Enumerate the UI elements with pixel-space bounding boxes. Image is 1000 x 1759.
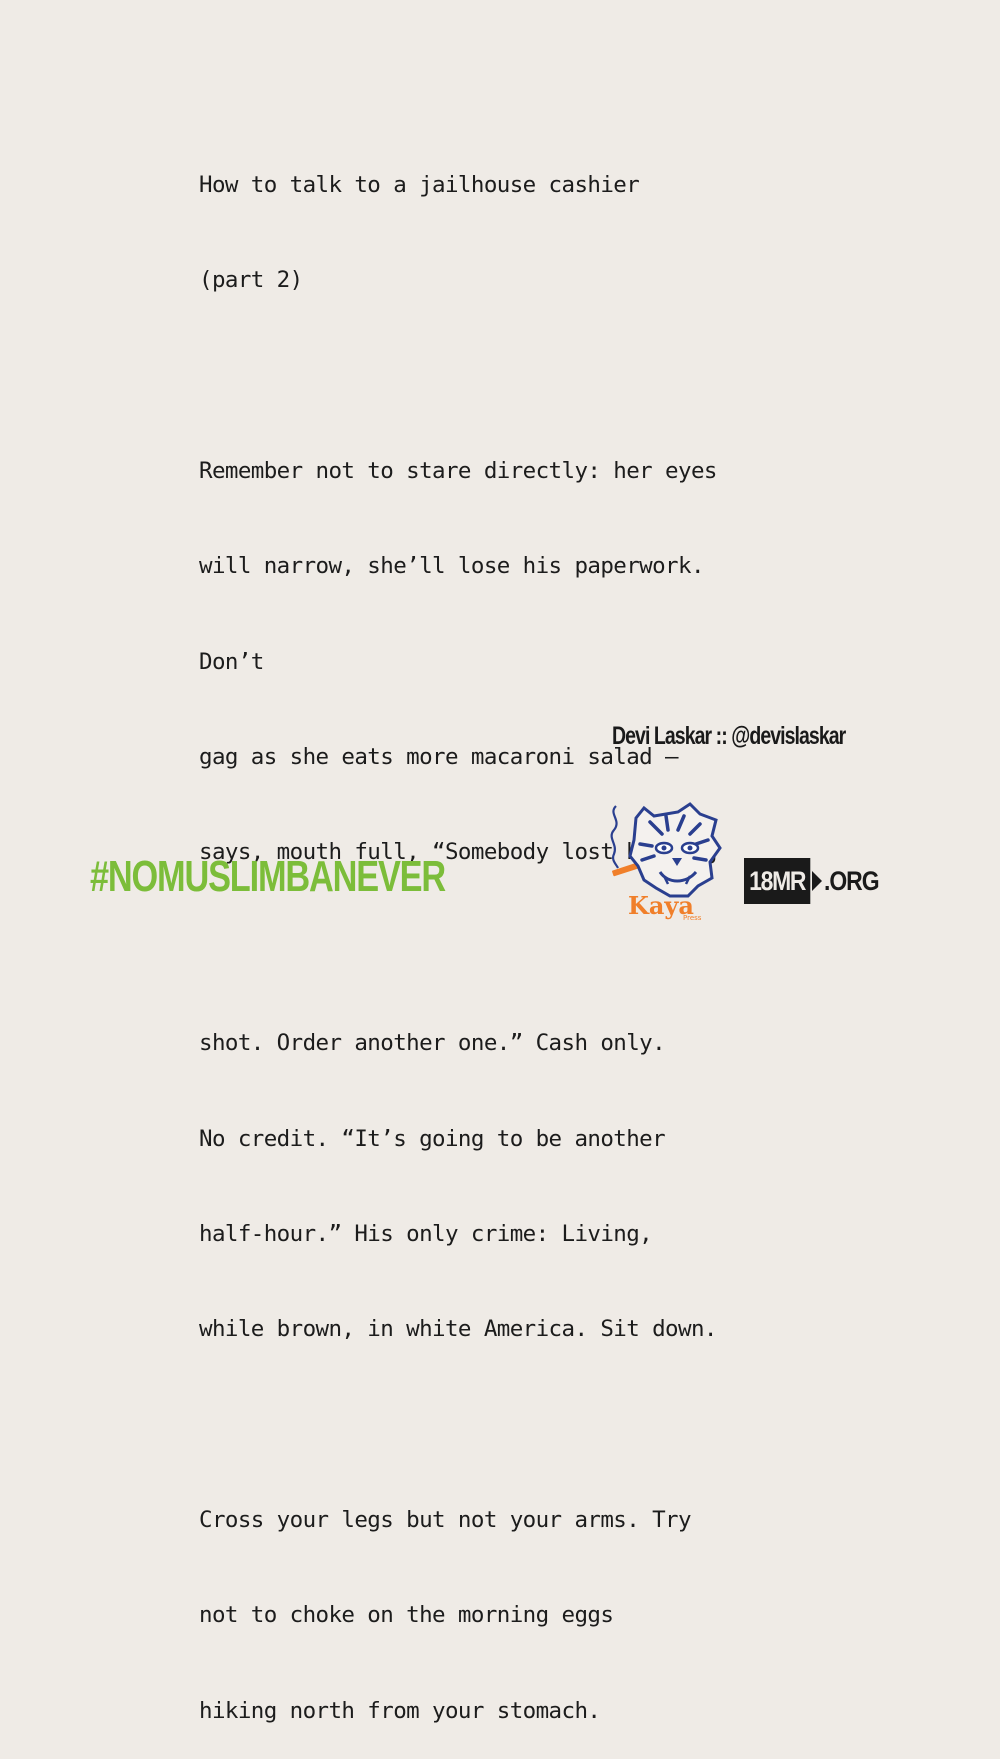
poem-title-line: How to talk to a jailhouse cashier [199,171,640,198]
poem-title-line: (part 2) [199,266,303,293]
poem: How to talk to a jailhouse cashier (part… [199,106,717,1759]
18mr-box: 18MR [744,858,811,904]
tiger-icon: Kaya Press [610,802,722,922]
hashtag: #NOMUSLIMBANEVER [90,852,446,901]
poem-line: half-hour.” His only crime: Living, [199,1220,653,1247]
poem-line: while brown, in white America. Sit down. [199,1316,717,1343]
kaya-press-logo: Kaya Press [604,800,726,922]
poem-line: Cross your legs but not your arms. Try [199,1507,692,1534]
18mr-suffix: .ORG [824,865,880,896]
author-credit: Devi Laskar :: @devislaskar [612,722,846,750]
18mr-org-logo: 18MR .ORG [744,858,888,904]
kaya-logo-subtext: Press [683,914,702,922]
18mr-arrow-icon [812,871,823,891]
poem-line: not to choke on the morning eggs [199,1602,614,1629]
poem-line: shot. Order another one.” Cash only. [199,1030,666,1057]
poem-line: hiking north from your stomach. [199,1697,601,1724]
poem-line: Don’t [199,648,264,675]
poem-line: No credit. “It’s going to be another [199,1125,666,1152]
poem-line: will narrow, she’ll lose his paperwork. [199,553,705,580]
poem-line: Remember not to stare directly: her eyes [199,457,717,484]
